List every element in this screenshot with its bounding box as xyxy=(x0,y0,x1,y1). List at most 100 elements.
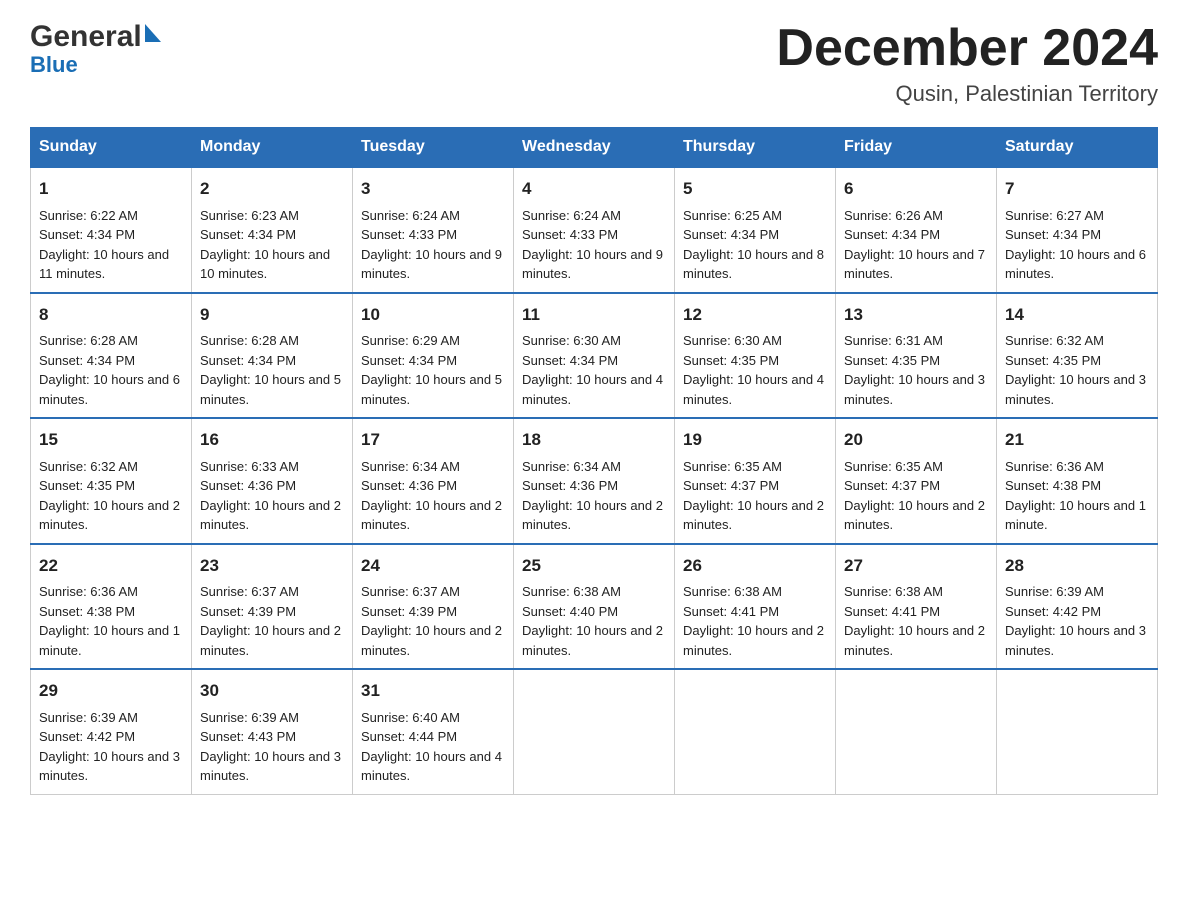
sunset-text: Sunset: 4:40 PM xyxy=(522,604,618,619)
sunrise-text: Sunrise: 6:36 AM xyxy=(39,584,138,599)
sunset-text: Sunset: 4:34 PM xyxy=(683,227,779,242)
calendar-cell: 18Sunrise: 6:34 AMSunset: 4:36 PMDayligh… xyxy=(514,418,675,544)
sunset-text: Sunset: 4:35 PM xyxy=(39,478,135,493)
sunrise-text: Sunrise: 6:39 AM xyxy=(39,710,138,725)
sunrise-text: Sunrise: 6:39 AM xyxy=(1005,584,1104,599)
calendar-cell: 12Sunrise: 6:30 AMSunset: 4:35 PMDayligh… xyxy=(675,293,836,419)
sunset-text: Sunset: 4:38 PM xyxy=(39,604,135,619)
daylight-text: Daylight: 10 hours and 2 minutes. xyxy=(361,623,502,658)
day-number: 24 xyxy=(361,553,505,579)
logo-arrow-icon xyxy=(145,24,161,42)
sunset-text: Sunset: 4:39 PM xyxy=(200,604,296,619)
calendar-cell: 14Sunrise: 6:32 AMSunset: 4:35 PMDayligh… xyxy=(997,293,1158,419)
logo: General Blue xyxy=(30,20,161,78)
day-number: 2 xyxy=(200,176,344,202)
calendar-cell xyxy=(997,669,1158,794)
daylight-text: Daylight: 10 hours and 1 minute. xyxy=(39,623,180,658)
daylight-text: Daylight: 10 hours and 1 minute. xyxy=(1005,498,1146,533)
header-thursday: Thursday xyxy=(675,128,836,168)
sunrise-text: Sunrise: 6:31 AM xyxy=(844,333,943,348)
daylight-text: Daylight: 10 hours and 3 minutes. xyxy=(1005,372,1146,407)
sunrise-text: Sunrise: 6:34 AM xyxy=(522,459,621,474)
sunset-text: Sunset: 4:34 PM xyxy=(200,227,296,242)
daylight-text: Daylight: 10 hours and 2 minutes. xyxy=(844,498,985,533)
daylight-text: Daylight: 10 hours and 5 minutes. xyxy=(361,372,502,407)
day-number: 9 xyxy=(200,302,344,328)
calendar-cell: 26Sunrise: 6:38 AMSunset: 4:41 PMDayligh… xyxy=(675,544,836,670)
sunset-text: Sunset: 4:34 PM xyxy=(844,227,940,242)
day-number: 13 xyxy=(844,302,988,328)
calendar-cell: 9Sunrise: 6:28 AMSunset: 4:34 PMDaylight… xyxy=(192,293,353,419)
sunrise-text: Sunrise: 6:38 AM xyxy=(683,584,782,599)
daylight-text: Daylight: 10 hours and 3 minutes. xyxy=(200,749,341,784)
sunset-text: Sunset: 4:35 PM xyxy=(844,353,940,368)
day-number: 26 xyxy=(683,553,827,579)
sunset-text: Sunset: 4:33 PM xyxy=(522,227,618,242)
sunset-text: Sunset: 4:34 PM xyxy=(200,353,296,368)
calendar-cell: 8Sunrise: 6:28 AMSunset: 4:34 PMDaylight… xyxy=(31,293,192,419)
sunrise-text: Sunrise: 6:34 AM xyxy=(361,459,460,474)
day-number: 18 xyxy=(522,427,666,453)
calendar-cell: 1Sunrise: 6:22 AMSunset: 4:34 PMDaylight… xyxy=(31,167,192,293)
sunset-text: Sunset: 4:35 PM xyxy=(1005,353,1101,368)
sunrise-text: Sunrise: 6:23 AM xyxy=(200,208,299,223)
sunset-text: Sunset: 4:34 PM xyxy=(1005,227,1101,242)
calendar-cell: 23Sunrise: 6:37 AMSunset: 4:39 PMDayligh… xyxy=(192,544,353,670)
day-number: 22 xyxy=(39,553,183,579)
sunrise-text: Sunrise: 6:39 AM xyxy=(200,710,299,725)
calendar-table: Sunday Monday Tuesday Wednesday Thursday… xyxy=(30,127,1158,795)
sunrise-text: Sunrise: 6:35 AM xyxy=(683,459,782,474)
sunset-text: Sunset: 4:34 PM xyxy=(39,227,135,242)
calendar-cell: 11Sunrise: 6:30 AMSunset: 4:34 PMDayligh… xyxy=(514,293,675,419)
sunset-text: Sunset: 4:35 PM xyxy=(683,353,779,368)
header-friday: Friday xyxy=(836,128,997,168)
sunrise-text: Sunrise: 6:32 AM xyxy=(1005,333,1104,348)
calendar-cell: 31Sunrise: 6:40 AMSunset: 4:44 PMDayligh… xyxy=(353,669,514,794)
daylight-text: Daylight: 10 hours and 11 minutes. xyxy=(39,247,169,282)
day-number: 3 xyxy=(361,176,505,202)
daylight-text: Daylight: 10 hours and 2 minutes. xyxy=(683,498,824,533)
day-number: 5 xyxy=(683,176,827,202)
calendar-header-row: Sunday Monday Tuesday Wednesday Thursday… xyxy=(31,128,1158,168)
sunrise-text: Sunrise: 6:24 AM xyxy=(361,208,460,223)
sunset-text: Sunset: 4:42 PM xyxy=(39,729,135,744)
header-monday: Monday xyxy=(192,128,353,168)
calendar-week-row: 29 Sunrise: 6:39 AM Sunset: 4:42 PM Dayligh… xyxy=(31,669,1158,794)
calendar-cell: 3Sunrise: 6:24 AMSunset: 4:33 PMDaylight… xyxy=(353,167,514,293)
sunrise-text: Sunrise: 6:37 AM xyxy=(200,584,299,599)
sunset-text: Sunset: 4:36 PM xyxy=(361,478,457,493)
calendar-week-row: 8Sunrise: 6:28 AMSunset: 4:34 PMDaylight… xyxy=(31,293,1158,419)
daylight-text: Daylight: 10 hours and 2 minutes. xyxy=(683,623,824,658)
daylight-text: Daylight: 10 hours and 2 minutes. xyxy=(522,498,663,533)
sunset-text: Sunset: 4:41 PM xyxy=(844,604,940,619)
daylight-text: Daylight: 10 hours and 8 minutes. xyxy=(683,247,824,282)
daylight-text: Daylight: 10 hours and 2 minutes. xyxy=(200,623,341,658)
calendar-cell: 19Sunrise: 6:35 AMSunset: 4:37 PMDayligh… xyxy=(675,418,836,544)
daylight-text: Daylight: 10 hours and 4 minutes. xyxy=(683,372,824,407)
sunset-text: Sunset: 4:37 PM xyxy=(844,478,940,493)
day-number: 29 xyxy=(39,678,183,704)
calendar-cell: 5Sunrise: 6:25 AMSunset: 4:34 PMDaylight… xyxy=(675,167,836,293)
daylight-text: Daylight: 10 hours and 6 minutes. xyxy=(39,372,180,407)
calendar-cell xyxy=(675,669,836,794)
sunset-text: Sunset: 4:42 PM xyxy=(1005,604,1101,619)
day-number: 31 xyxy=(361,678,505,704)
calendar-week-row: 22 Sunrise: 6:36 AM Sunset: 4:38 PM Dayligh… xyxy=(31,544,1158,670)
sunset-text: Sunset: 4:34 PM xyxy=(522,353,618,368)
calendar-cell: 4Sunrise: 6:24 AMSunset: 4:33 PMDaylight… xyxy=(514,167,675,293)
sunrise-text: Sunrise: 6:27 AM xyxy=(1005,208,1104,223)
calendar-cell xyxy=(836,669,997,794)
sunset-text: Sunset: 4:37 PM xyxy=(683,478,779,493)
calendar-cell: 25Sunrise: 6:38 AMSunset: 4:40 PMDayligh… xyxy=(514,544,675,670)
day-number: 21 xyxy=(1005,427,1149,453)
daylight-text: Daylight: 10 hours and 2 minutes. xyxy=(361,498,502,533)
sunset-text: Sunset: 4:44 PM xyxy=(361,729,457,744)
daylight-text: Daylight: 10 hours and 4 minutes. xyxy=(522,372,663,407)
calendar-cell xyxy=(514,669,675,794)
sunset-text: Sunset: 4:36 PM xyxy=(200,478,296,493)
daylight-text: Daylight: 10 hours and 2 minutes. xyxy=(522,623,663,658)
header-wednesday: Wednesday xyxy=(514,128,675,168)
daylight-text: Daylight: 10 hours and 7 minutes. xyxy=(844,247,985,282)
day-number: 25 xyxy=(522,553,666,579)
day-number: 6 xyxy=(844,176,988,202)
